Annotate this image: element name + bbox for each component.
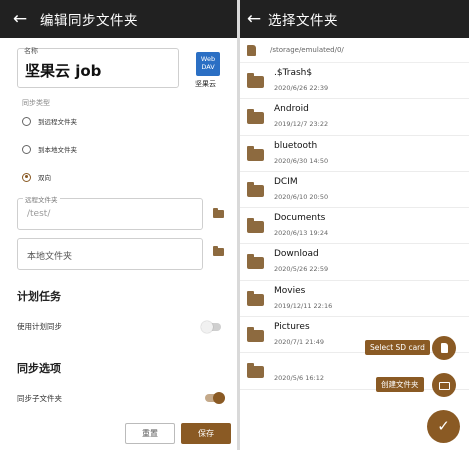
radio-label: 双向: [38, 174, 51, 182]
folder-date: 2019/12/7 23:22: [274, 120, 329, 129]
folder-date: 2020/5/6 16:12: [274, 374, 324, 383]
current-path: /storage/emulated/0/: [270, 46, 344, 54]
folder-name: DCIM: [274, 176, 298, 187]
back-arrow-icon[interactable]: ←: [240, 0, 268, 38]
back-arrow-icon[interactable]: ←: [0, 0, 40, 38]
folder-name: Documents: [274, 213, 326, 224]
folder-item[interactable]: bluetooth 2020/6/30 14:50: [240, 136, 469, 172]
toggle-knob: [213, 392, 225, 404]
local-folder-field[interactable]: 本地文件夹: [17, 238, 203, 270]
sync-type-label: 同步类型: [22, 99, 50, 107]
current-path-row[interactable]: /storage/emulated/0/: [240, 38, 469, 63]
name-value[interactable]: 坚果云 job: [25, 60, 101, 81]
left-screen-title: 编辑同步文件夹: [40, 13, 138, 29]
webdav-badge-text: Web DAV: [200, 55, 216, 71]
use-schedule-label: 使用计划同步: [17, 322, 62, 331]
folder-item[interactable]: DCIM 2020/6/10 20:50: [240, 172, 469, 209]
toggle-knob: [201, 321, 213, 333]
select-folder-screen: ← 选择文件夹 /storage/emulated/0/ .$Trash$ 20…: [240, 0, 469, 450]
save-button[interactable]: 保存: [181, 423, 231, 444]
sd-card-icon: [441, 343, 448, 353]
folder-date: 2020/6/26 22:39: [274, 84, 329, 92]
sync-options-section-title: 同步选项: [17, 362, 61, 375]
right-app-bar: ← 选择文件夹: [240, 0, 469, 38]
sync-subfolders-label: 同步子文件夹: [17, 394, 62, 403]
folder-icon: [247, 327, 264, 343]
browse-remote-folder-icon[interactable]: [213, 208, 224, 218]
sync-subfolders-toggle[interactable]: [205, 392, 225, 404]
radio-bidirectional[interactable]: 双向: [22, 172, 51, 182]
create-folder-label[interactable]: 创建文件夹: [376, 377, 424, 392]
folder-icon: [247, 290, 264, 306]
radio-selected-icon[interactable]: [22, 172, 31, 182]
folder-icon: [247, 181, 264, 197]
folder-date: 2020/6/13 19:24: [274, 229, 329, 238]
create-folder-button[interactable]: [432, 373, 456, 397]
radio-label: 到本地文件夹: [38, 146, 77, 154]
folder-date: 2020/7/1 21:49: [274, 338, 324, 347]
folder-name: bluetooth: [274, 140, 318, 151]
folder-icon: [247, 218, 264, 234]
confirm-fab[interactable]: ✓: [427, 410, 460, 443]
select-sd-card-button[interactable]: [432, 336, 456, 360]
folder-item[interactable]: .$Trash$ 2020/6/26 22:39: [240, 63, 469, 100]
folder-icon: [247, 363, 264, 379]
browse-local-folder-icon[interactable]: [213, 246, 224, 256]
folder-icon: [247, 109, 264, 125]
folder-outline-icon: [439, 382, 450, 390]
use-schedule-toggle[interactable]: [201, 321, 221, 333]
left-app-bar: ← 编辑同步文件夹: [0, 0, 237, 38]
folder-icon: [247, 145, 264, 161]
reset-button[interactable]: 重置: [125, 423, 175, 444]
radio-icon[interactable]: [22, 144, 31, 154]
folder-date: 2019/12/11 22:16: [274, 301, 333, 310]
radio-label: 到远程文件夹: [38, 118, 77, 126]
check-icon: ✓: [437, 417, 450, 435]
folder-name: Android: [274, 104, 309, 115]
name-caption: 名称: [24, 47, 38, 55]
sd-card-icon: [247, 44, 256, 56]
edit-sync-folder-screen: ← 编辑同步文件夹 名称 坚果云 job Web DAV 坚果云 同步类型 到远…: [0, 0, 237, 450]
folder-name: Pictures: [274, 322, 310, 333]
remote-folder-caption: 远程文件夹: [23, 194, 60, 204]
folder-date: 2020/6/30 14:50: [274, 156, 329, 165]
local-folder-placeholder: 本地文件夹: [27, 252, 73, 262]
folder-item[interactable]: Documents 2020/6/13 19:24: [240, 208, 469, 245]
radio-to-local[interactable]: 到本地文件夹: [22, 144, 77, 154]
folder-name: Movies: [274, 285, 306, 296]
folder-item[interactable]: Download 2020/5/26 22:59: [240, 244, 469, 281]
folder-name: Download: [274, 249, 319, 260]
webdav-icon[interactable]: Web DAV: [196, 52, 220, 76]
folder-icon: [247, 73, 264, 88]
folder-date: 2020/5/26 22:59: [274, 265, 329, 274]
remote-folder-value: /test/: [27, 209, 51, 219]
select-sd-card-label[interactable]: Select SD card: [365, 340, 430, 355]
schedule-section-title: 计划任务: [17, 290, 61, 303]
folder-item[interactable]: Android 2019/12/7 23:22: [240, 99, 469, 136]
radio-to-remote[interactable]: 到远程文件夹: [22, 116, 77, 126]
provider-label: 坚果云: [195, 80, 216, 88]
folder-name: .$Trash$: [274, 68, 313, 78]
folder-date: 2020/6/10 20:50: [274, 192, 329, 201]
folder-item[interactable]: Movies 2019/12/11 22:16: [240, 281, 469, 318]
folder-icon: [247, 254, 264, 270]
right-screen-title: 选择文件夹: [268, 13, 338, 29]
radio-icon[interactable]: [22, 116, 31, 126]
